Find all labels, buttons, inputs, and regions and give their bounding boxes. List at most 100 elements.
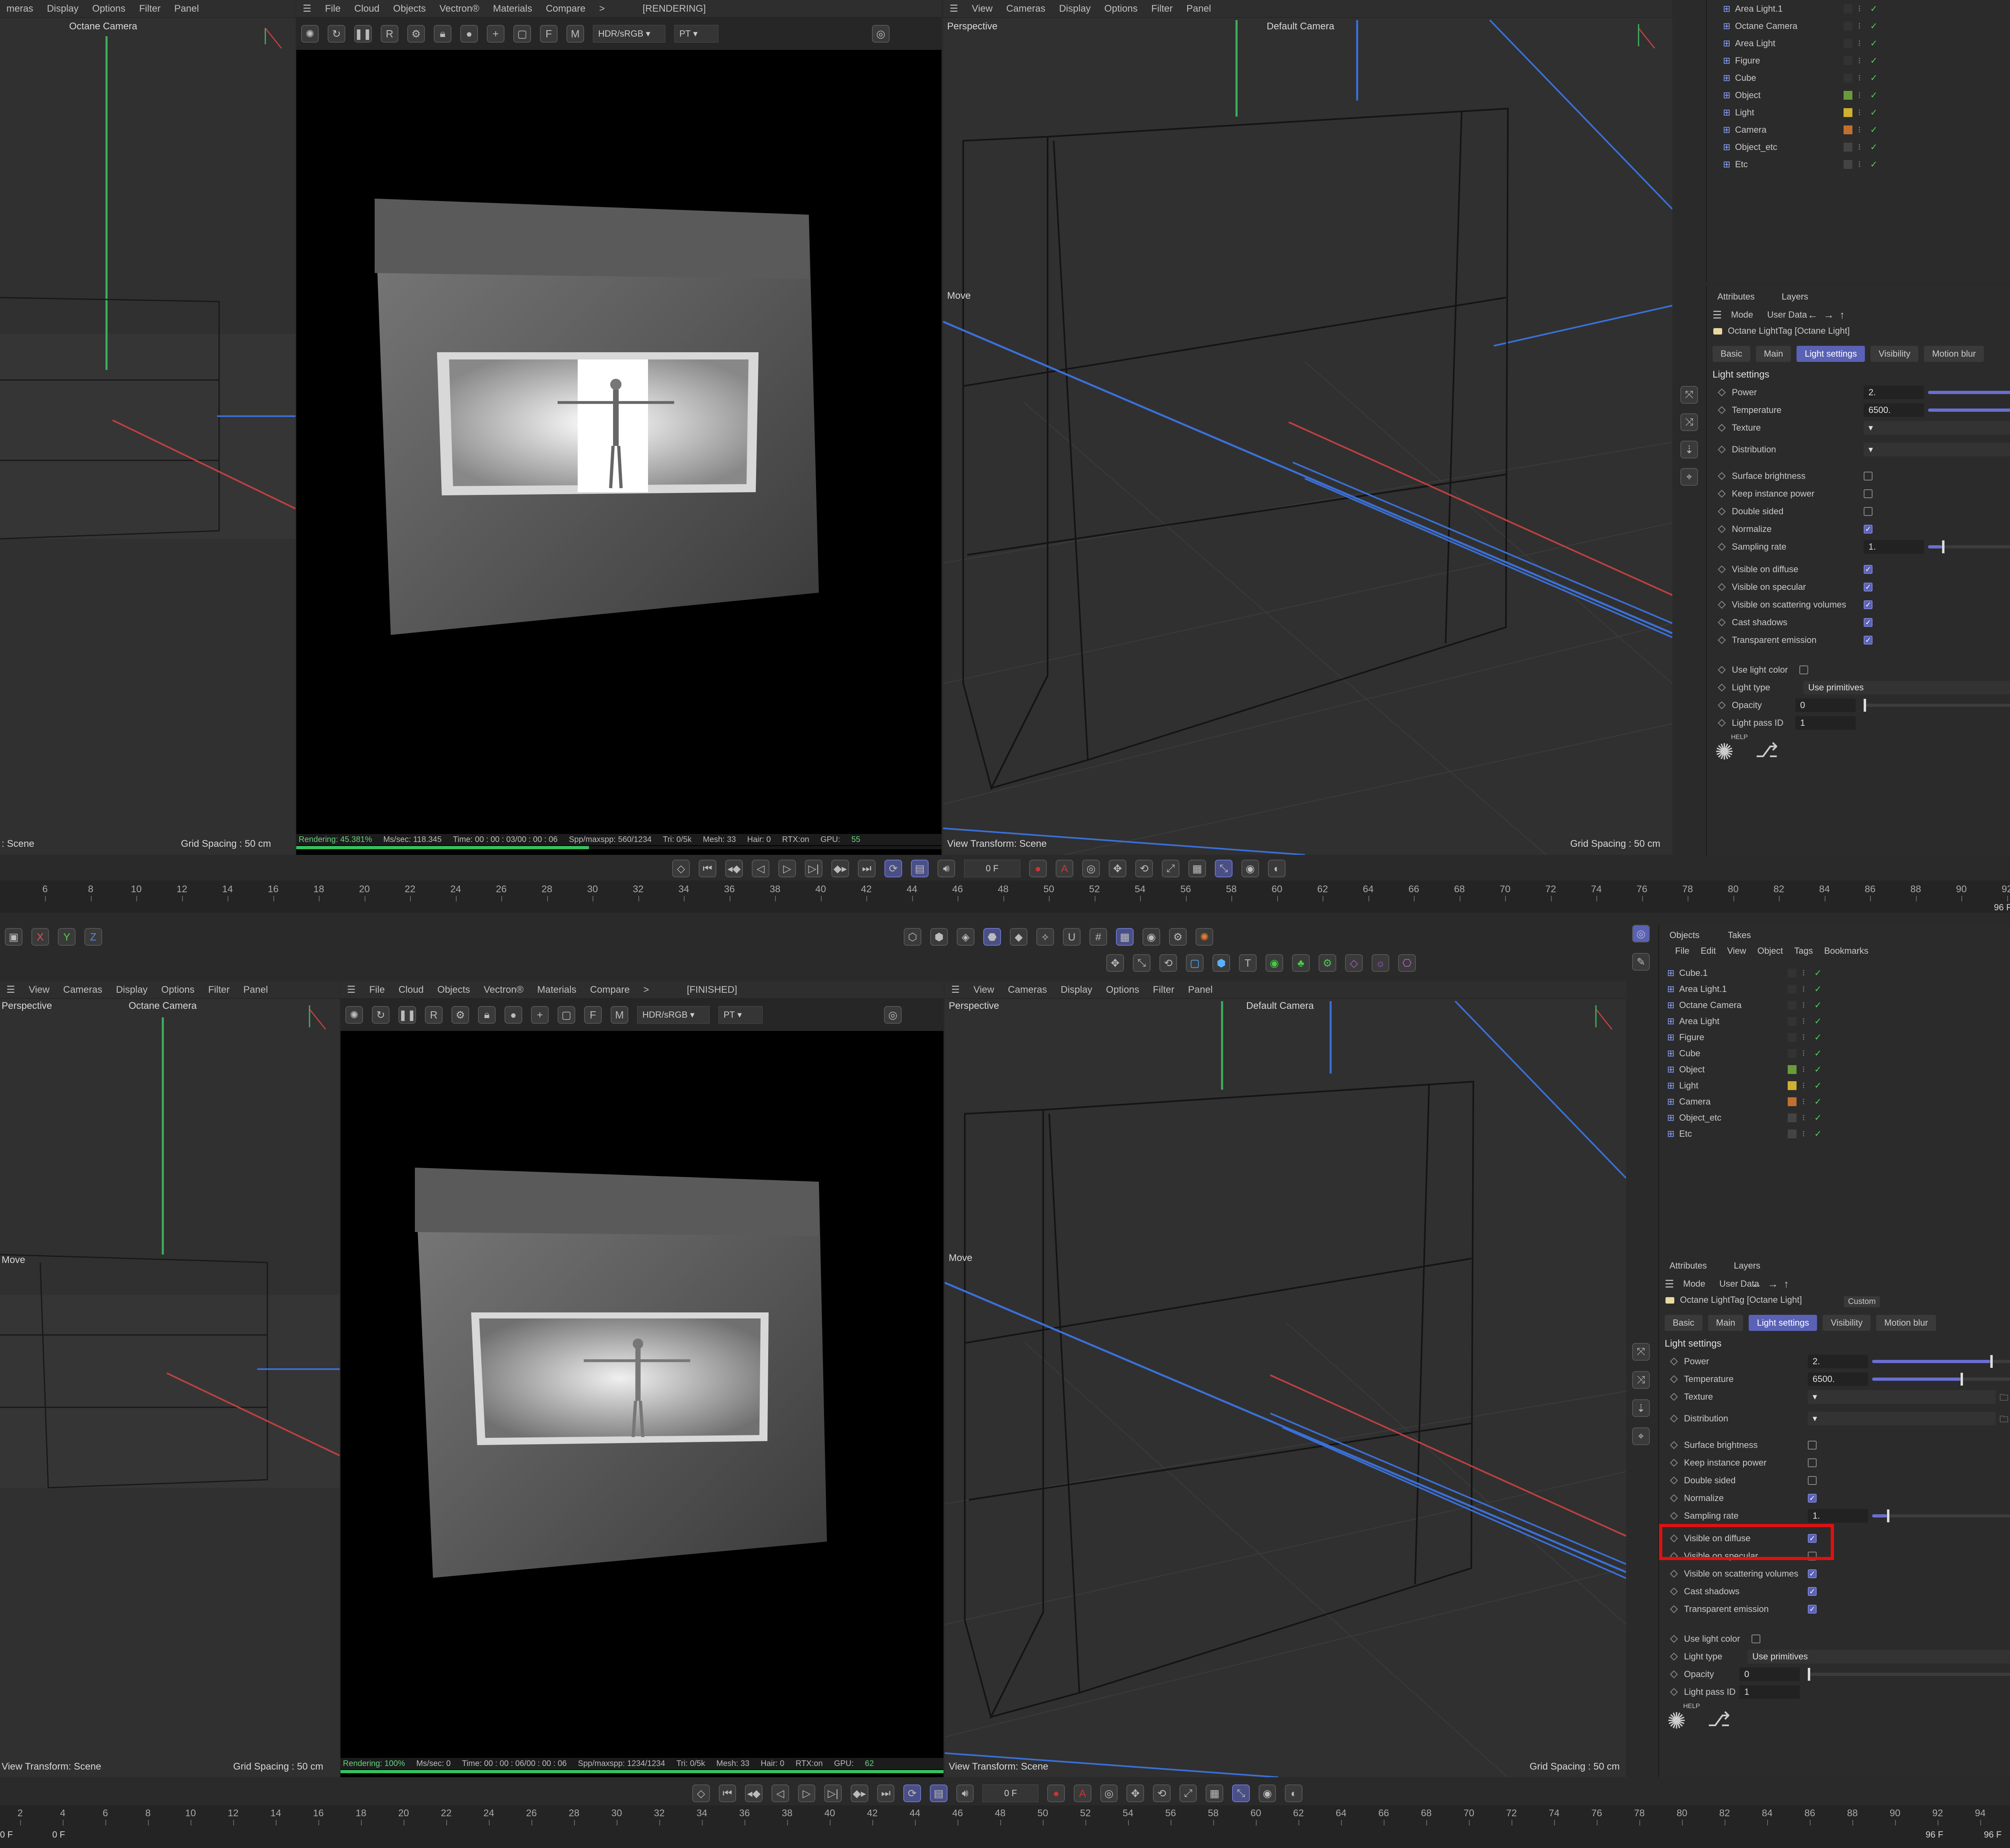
object-row[interactable]: ⊞ Figure ⁝ ✓: [1707, 53, 2010, 69]
menu-vectron[interactable]: Vectron®: [439, 3, 479, 14]
object-row[interactable]: ⊞ Object ⁝ ✓: [1707, 87, 2010, 103]
hamburger-icon[interactable]: ☰: [347, 984, 356, 996]
keyframe-diamond-icon[interactable]: [1670, 1393, 1678, 1401]
attr-checkbox-visible-on-scattering[interactable]: ✓: [1864, 600, 1873, 609]
scale-key-icon[interactable]: ⤢: [1179, 1784, 1197, 1802]
hamburger-icon[interactable]: ☰: [1665, 1278, 1674, 1290]
snap-icon[interactable]: U: [1063, 928, 1081, 946]
visibility-dots-icon[interactable]: ⁝: [1858, 4, 1870, 14]
visibility-dots-icon[interactable]: ⁝: [1858, 73, 1870, 83]
record-icon[interactable]: ●: [1047, 1784, 1065, 1802]
keyframe-diamond-icon[interactable]: [1670, 1635, 1678, 1643]
attr-checkbox-keep-instance-power[interactable]: [1864, 489, 1873, 498]
keyframe-diamond-icon[interactable]: [1670, 1605, 1678, 1613]
layer-color-swatch[interactable]: [1844, 39, 1852, 48]
back-arrow-icon[interactable]: ←: [1752, 1278, 1762, 1290]
user-data-menu[interactable]: User Data: [1767, 310, 1807, 320]
object-tag-icon[interactable]: ✓: [1870, 125, 1882, 135]
keyframe-diamond-icon[interactable]: [1670, 1512, 1678, 1520]
object-tag-icon[interactable]: ✓: [1814, 968, 1826, 978]
attr-slider-temperature[interactable]: [1872, 1373, 2010, 1386]
layout-icon[interactable]: ▣: [5, 928, 23, 946]
attr-checkbox-normalize[interactable]: ✓: [1864, 525, 1873, 534]
brush-icon[interactable]: ✎: [1632, 953, 1650, 971]
autokey-icon[interactable]: A: [1074, 1784, 1091, 1802]
go-start-icon[interactable]: ⏮: [718, 1784, 736, 1802]
layer-color-swatch[interactable]: [1844, 4, 1852, 13]
layer-color-swatch[interactable]: [1844, 125, 1852, 134]
pos-key-icon[interactable]: ✥: [1126, 1784, 1144, 1802]
attr-field-temperature[interactable]: 6500.: [1864, 403, 1924, 417]
rotate-tool-icon[interactable]: ⟲: [1159, 954, 1177, 972]
menu-compare[interactable]: Compare: [590, 984, 630, 996]
object-tag-icon[interactable]: ✓: [1814, 1096, 1826, 1107]
menu-file[interactable]: File: [325, 3, 341, 14]
keyframe-diamond-icon[interactable]: [1718, 507, 1726, 515]
loop-icon[interactable]: ⟳: [903, 1784, 921, 1802]
keyframe-diamond-icon[interactable]: [1670, 1357, 1678, 1365]
om-menu-edit[interactable]: Edit: [1700, 946, 1716, 956]
visibility-dots-icon[interactable]: ⁝: [1802, 1048, 1814, 1059]
top-timeline-ruler[interactable]: 6 8 10 12 14 16 18 20 22 24 26 28 30 32 34 36 38 40 42 44 46…: [0, 881, 2010, 913]
layer-color-swatch[interactable]: [1844, 91, 1852, 100]
next-key-icon[interactable]: ◆▸: [851, 1784, 868, 1802]
object-tag-icon[interactable]: ✓: [1870, 107, 1882, 118]
attr-checkbox-keep-instance-power[interactable]: [1808, 1458, 1817, 1467]
attr-checkbox-normalize[interactable]: ✓: [1808, 1494, 1817, 1503]
bottom-timeline-ruler[interactable]: 2 4 6 8 10 12 14 16 18 20 22 24 26 28 30 32 34 36 38 40 42 44…: [0, 1805, 2010, 1848]
layer-color-swatch[interactable]: [1788, 985, 1797, 994]
visibility-dots-icon[interactable]: ⁝: [1802, 1000, 1814, 1010]
point-key-icon[interactable]: ⤡: [1215, 860, 1233, 877]
keyframe-diamond-icon[interactable]: [1718, 446, 1726, 454]
attr-field-sampling-rate[interactable]: 1.: [1808, 1509, 1868, 1523]
attr-select-light-type[interactable]: Use primitives: [1747, 1650, 2010, 1663]
mograph-icon[interactable]: ♣: [1292, 954, 1310, 972]
kernel-select[interactable]: PT ▾: [674, 25, 718, 43]
object-row[interactable]: ⊞ Object_etc ⁝ ✓: [1659, 1110, 2010, 1126]
up-arrow-icon[interactable]: ↑: [1784, 1278, 1789, 1290]
attr-field-opacity[interactable]: 0: [1739, 1667, 1800, 1681]
object-tag-icon[interactable]: ✓: [1814, 1048, 1826, 1059]
attr-tab-motion-blur[interactable]: Motion blur: [1876, 1315, 1936, 1331]
focus-icon[interactable]: F: [584, 1006, 602, 1024]
menu-cloud[interactable]: Cloud: [354, 3, 379, 14]
om-menu-file[interactable]: File: [1675, 946, 1689, 956]
object-row[interactable]: ⊞ Etc ⁝ ✓: [1707, 156, 2010, 172]
axis-x-toggle[interactable]: X: [31, 928, 49, 946]
bottom-left-viewport[interactable]: ☰ View Cameras Display Options Filter Pa…: [0, 981, 340, 1777]
object-row[interactable]: ⊞ Area Light ⁝ ✓: [1707, 35, 2010, 51]
generator-icon[interactable]: ◉: [1265, 954, 1283, 972]
settings-gear-icon[interactable]: ⚙: [407, 25, 425, 43]
object-tag-icon[interactable]: ✓: [1814, 984, 1826, 994]
light-icon[interactable]: ☼: [1372, 954, 1389, 972]
visibility-dots-icon[interactable]: ⁝: [1802, 968, 1814, 978]
node-editor-icon[interactable]: ⎇: [1707, 1708, 1731, 1731]
attr-tab-basic[interactable]: Basic: [1713, 346, 1750, 362]
attr-slider-sampling-rate[interactable]: [1928, 540, 2010, 553]
pause-icon[interactable]: ❚❚: [398, 1006, 416, 1024]
motion-icon[interactable]: ◉: [1241, 860, 1259, 877]
menu-more[interactable]: >: [643, 984, 649, 996]
lock-icon[interactable]: 🔒︎: [478, 1006, 496, 1024]
keyframe-diamond-icon[interactable]: [1670, 1670, 1678, 1678]
spline-icon[interactable]: ◇: [1345, 954, 1363, 972]
layer-color-swatch[interactable]: [1788, 969, 1797, 977]
object-row[interactable]: ⊞ Camera ⁝ ✓: [1707, 122, 2010, 138]
tab-attributes[interactable]: Attributes: [1711, 290, 1761, 304]
keyframe-diamond-icon[interactable]: [1670, 1688, 1678, 1696]
object-row[interactable]: ⊞ Etc ⁝ ✓: [1659, 1126, 2010, 1142]
object-tag-icon[interactable]: ✓: [1814, 1080, 1826, 1091]
tab-layers[interactable]: Layers: [1727, 1259, 1767, 1273]
octane-logo-icon[interactable]: ✺: [345, 1006, 363, 1024]
keyframe-diamond-icon[interactable]: [1670, 1653, 1678, 1661]
keyframe-diamond-icon[interactable]: [1718, 472, 1726, 480]
object-tag-icon[interactable]: ✓: [1814, 1000, 1826, 1010]
attr-field-light-pass-id[interactable]: 1: [1795, 716, 1856, 730]
object-tag-icon[interactable]: ✓: [1870, 142, 1882, 152]
om-menu-bookmarks[interactable]: Bookmarks: [1824, 946, 1868, 956]
keying-icon[interactable]: ◎: [1082, 860, 1100, 877]
attr-checkbox-use-light-color[interactable]: [1799, 665, 1808, 674]
axis-z-toggle[interactable]: Z: [84, 928, 102, 946]
tool-icon[interactable]: ⤧: [1632, 1343, 1650, 1361]
layer-color-swatch[interactable]: [1788, 1001, 1797, 1010]
